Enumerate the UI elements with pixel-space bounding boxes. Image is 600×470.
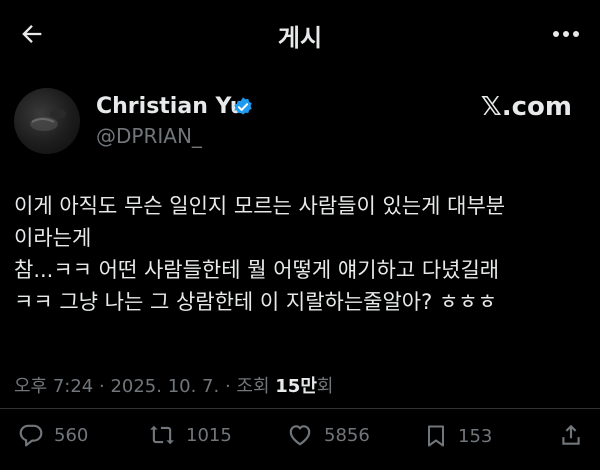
share-icon: [562, 424, 580, 445]
tweet-line: 이라는게: [14, 226, 92, 250]
tweet-text: 이게 아직도 무슨 일인지 모르는 사람들이 있는게 대부분 이라는게 참...…: [14, 190, 588, 318]
page-title: 게시: [277, 24, 323, 52]
divider: [0, 408, 600, 409]
reply-button[interactable]: 560: [18, 422, 88, 448]
views-prefix: 조회: [236, 376, 270, 397]
retweet-count: 1015: [186, 424, 232, 446]
author-row: Christian Yu @DPRIAN_ 𝕏.com: [0, 84, 600, 154]
avatar[interactable]: [14, 88, 80, 154]
avatar-image: [30, 109, 66, 131]
top-bar: 게시: [0, 0, 600, 68]
tweet-time[interactable]: 오후 7:24: [14, 376, 93, 397]
tweet-line: 이게 아직도 무슨 일인지 모르는 사람들이 있는게 대부분: [14, 194, 506, 218]
tweet-meta: 오후 7:24 · 2025. 10. 7. · 조회 15만회: [14, 372, 333, 398]
bookmark-count: 153: [458, 425, 493, 447]
verified-badge-icon: [234, 97, 252, 115]
retweet-button[interactable]: 1015: [148, 422, 232, 448]
author-handle[interactable]: @DPRIAN_: [96, 124, 202, 148]
bookmark-button[interactable]: 153: [424, 422, 492, 450]
share-button[interactable]: [558, 422, 584, 448]
heart-icon: [289, 425, 311, 446]
separator-dot: ·: [99, 376, 111, 397]
views-suffix: 회: [316, 376, 334, 397]
tweet-line: 참...ㅋㅋ 어떤 사람들한테 뭘 어떻게 얘기하고 다녔길래: [14, 258, 500, 282]
like-button[interactable]: 5856: [286, 422, 370, 448]
tweet-date[interactable]: 2025. 10. 7.: [110, 376, 219, 397]
like-count: 5856: [324, 424, 370, 446]
action-bar: 560 1015 5856 153: [0, 422, 600, 460]
author-display-name[interactable]: Christian Yu: [96, 94, 246, 119]
views-count: 15만: [275, 376, 317, 397]
reply-count: 560: [54, 424, 89, 446]
retweet-icon: [150, 425, 174, 445]
source-link[interactable]: 𝕏.com: [481, 92, 572, 122]
separator-dot: ·: [224, 376, 237, 397]
tweet-line: ㅋㅋ 그냥 나는 그 상람한테 이 지랄하는줄알아? ㅎㅎㅎ: [14, 290, 497, 314]
bookmark-icon: [428, 425, 444, 447]
more-horizontal-icon: [553, 31, 579, 37]
reply-icon: [19, 424, 43, 447]
more-options-button[interactable]: [546, 16, 586, 52]
